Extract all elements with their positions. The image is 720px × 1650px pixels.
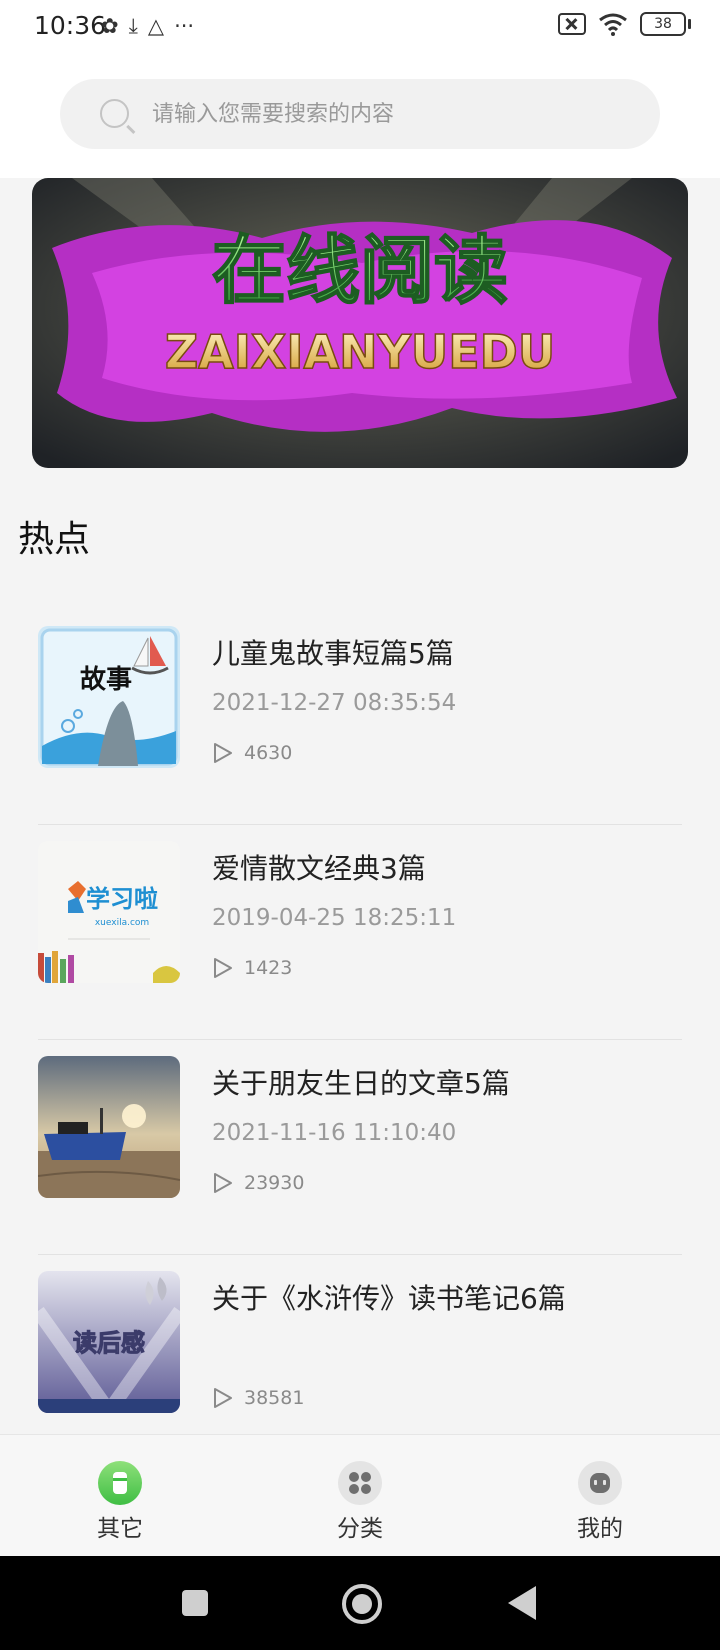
pinwheel-icon: ✿ <box>101 14 119 38</box>
views-count: 1423 <box>244 957 293 979</box>
thumbnail-text: 故事 <box>80 665 132 695</box>
no-sim-icon <box>558 13 586 35</box>
search-header <box>0 55 720 178</box>
article-item[interactable]: 关于朋友生日的文章5篇 2021-11-16 11:10:40 23930 <box>38 1040 682 1255</box>
article-title: 爱情散文经典3篇 <box>212 852 426 885</box>
search-icon <box>100 99 129 128</box>
tab-other[interactable]: 其它 <box>50 1435 190 1557</box>
article-title: 儿童鬼故事短篇5篇 <box>212 637 454 670</box>
play-icon <box>212 742 234 764</box>
tab-label: 其它 <box>97 1516 143 1542</box>
views-count: 4630 <box>244 742 293 764</box>
status-bar: 10:36 ✿ ⤓ △ ··· 38 <box>0 0 720 55</box>
thumbnail-subtext: xuexila.com <box>95 918 149 928</box>
article-date: 2021-12-27 08:35:54 <box>212 690 457 716</box>
notification-icons: ✿ ⤓ △ ··· <box>101 12 194 40</box>
banner-image[interactable]: 在线阅读 ZAIXIANYUEDU <box>32 178 688 468</box>
banner-artwork: 在线阅读 ZAIXIANYUEDU <box>32 178 688 468</box>
back-button[interactable] <box>508 1586 536 1620</box>
article-thumbnail: 故事 <box>38 626 180 768</box>
wifi-icon <box>599 13 627 36</box>
tab-mine[interactable]: 我的 <box>530 1435 670 1557</box>
article-date: 2019-04-25 18:25:11 <box>212 905 457 931</box>
search-bar[interactable] <box>60 79 660 149</box>
views-count: 23930 <box>244 1172 305 1194</box>
system-nav-bar <box>0 1556 720 1650</box>
banner-subtitle: ZAIXIANYUEDU <box>165 325 555 379</box>
thumbnail-text: 读后感 <box>73 1329 145 1357</box>
category-grid-icon <box>338 1461 382 1505</box>
play-icon <box>212 1387 234 1409</box>
article-item[interactable]: 学习啦 xuexila.com 爱情散文经典3篇 2019-04-25 18:2… <box>38 825 682 1040</box>
download-done-icon: ⤓ <box>128 14 138 38</box>
article-thumbnail: 学习啦 xuexila.com <box>38 841 180 983</box>
recents-button[interactable] <box>182 1590 208 1616</box>
article-date: 2021-11-16 11:10:40 <box>212 1120 457 1146</box>
play-icon <box>212 957 234 979</box>
search-input[interactable] <box>152 79 632 149</box>
thumbnail-text: 学习啦 <box>86 885 158 913</box>
other-icon <box>98 1461 142 1505</box>
play-icon <box>212 1172 234 1194</box>
battery-icon: 38 <box>640 12 691 36</box>
tab-category[interactable]: 分类 <box>290 1435 430 1557</box>
tab-label: 我的 <box>577 1516 623 1542</box>
article-thumbnail <box>38 1056 180 1198</box>
profile-icon <box>578 1461 622 1505</box>
article-views: 38581 <box>212 1387 304 1409</box>
more-dots-icon: ··· <box>174 14 195 38</box>
status-time: 10:36 <box>34 11 107 40</box>
section-title-hot: 热点 <box>18 519 91 560</box>
banner-title: 在线阅读 <box>212 228 508 314</box>
article-list: 故事 儿童鬼故事短篇5篇 2021-12-27 08:35:54 4630 学习… <box>38 610 682 1469</box>
article-thumbnail: 读后感 <box>38 1271 180 1413</box>
article-views: 4630 <box>212 742 292 764</box>
views-count: 38581 <box>244 1387 305 1409</box>
drive-icon: △ <box>147 14 165 38</box>
article-views: 1423 <box>212 957 292 979</box>
bottom-tab-bar: 其它 分类 我的 <box>0 1434 720 1557</box>
tab-label: 分类 <box>337 1516 383 1542</box>
article-item[interactable]: 故事 儿童鬼故事短篇5篇 2021-12-27 08:35:54 4630 <box>38 610 682 825</box>
article-title: 关于朋友生日的文章5篇 <box>212 1067 510 1100</box>
system-icons: 38 <box>558 12 691 36</box>
article-title: 关于《水浒传》读书笔记6篇 <box>212 1282 566 1315</box>
article-views: 23930 <box>212 1172 304 1194</box>
home-button[interactable] <box>342 1584 382 1624</box>
